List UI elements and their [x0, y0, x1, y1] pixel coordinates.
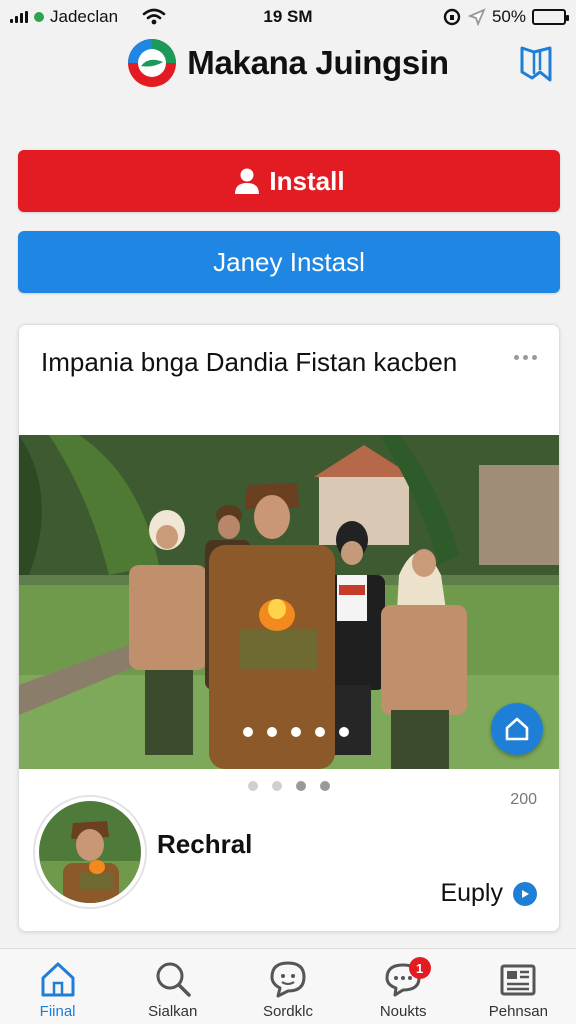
slide-indicator: [19, 727, 559, 737]
nav-label-news: Pehnsan: [488, 1003, 548, 1020]
post-photo[interactable]: [19, 435, 559, 769]
avatar-image: [39, 801, 141, 903]
user-icon: [235, 168, 260, 194]
wifi-icon: [142, 8, 166, 25]
slide-dot[interactable]: [339, 727, 349, 737]
page-dot[interactable]: [272, 781, 282, 791]
bookmark-icon[interactable]: [518, 44, 554, 84]
slide-dot[interactable]: [315, 727, 325, 737]
page-indicator[interactable]: [19, 781, 559, 791]
app-header: Makana Juingsin: [0, 34, 576, 92]
more-options-icon[interactable]: [514, 355, 537, 360]
status-right: 50%: [366, 7, 569, 27]
chat-icon: [270, 961, 306, 998]
page-dot[interactable]: [248, 781, 258, 791]
clock: 19 SM: [263, 7, 313, 26]
post-card[interactable]: Impania bnga Dandia Fistan kacben 200 Re…: [18, 324, 560, 932]
signal-icon: [10, 11, 28, 23]
reply-label: Euply: [440, 879, 503, 907]
nav-label-chat: Sordklc: [262, 1003, 313, 1020]
post-count: 200: [510, 791, 537, 808]
play-icon: [513, 881, 537, 906]
page-dot[interactable]: [320, 781, 330, 791]
nav-label-notifications: Noukts: [379, 1003, 427, 1020]
search-icon: [156, 962, 191, 997]
bottom-nav: Fiinal Sialkan Sordklc 1 Noukts Pehnsan: [0, 948, 576, 1024]
home-fab-button[interactable]: [491, 703, 543, 755]
install-label: Install: [269, 165, 345, 196]
author-name[interactable]: Rechral: [157, 829, 252, 860]
page-dot[interactable]: [296, 781, 306, 791]
reply-button[interactable]: Euply: [440, 879, 537, 908]
status-left: Jadeclan: [10, 7, 210, 27]
location-icon: [467, 8, 486, 26]
home-icon: [505, 717, 529, 741]
nav-item-news[interactable]: Pehnsan: [461, 949, 576, 1024]
post-title: Impania bnga Dandia Fistan kacben: [41, 347, 458, 377]
secondary-install-label: Janey Instasl: [213, 246, 365, 277]
nav-item-search[interactable]: Sialkan: [115, 949, 230, 1024]
slide-dot[interactable]: [267, 727, 277, 737]
post-photo-image: [19, 435, 559, 769]
nav-label-search: Sialkan: [148, 1003, 198, 1020]
nav-label-home: Fiinal: [39, 1003, 76, 1020]
secondary-install-button[interactable]: Janey Instasl: [18, 231, 560, 293]
news-icon: [500, 964, 536, 996]
app-title: Makana Juingsin: [187, 44, 449, 81]
slide-dot[interactable]: [291, 727, 301, 737]
battery-percent: 50%: [491, 7, 526, 26]
nav-item-home[interactable]: Fiinal: [0, 949, 115, 1024]
rotation-lock-icon: [443, 8, 461, 26]
install-button[interactable]: Install: [18, 150, 560, 212]
notification-badge: 1: [408, 957, 431, 979]
nav-item-chat[interactable]: Sordklc: [230, 949, 345, 1024]
nav-item-notifications[interactable]: 1 Noukts: [346, 949, 461, 1024]
slide-dot[interactable]: [243, 727, 253, 737]
carrier-dot-icon: [34, 12, 44, 22]
battery-icon: [532, 9, 569, 25]
status-bar: Jadeclan 19 SM 50%: [0, 0, 576, 34]
avatar[interactable]: [35, 797, 145, 907]
app-logo: [128, 39, 177, 87]
home-icon: [41, 962, 75, 997]
carrier-name: Jadeclan: [50, 7, 119, 26]
